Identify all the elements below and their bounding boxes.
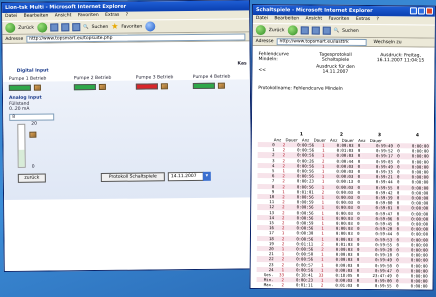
page-content: Kas Digital Input Pumpe 1 Betrieb Pumpe … [2, 41, 252, 271]
back-button[interactable]: zurück [17, 173, 46, 183]
table-cell: 0 [396, 283, 399, 289]
date-select[interactable]: 14.11.2007 [167, 171, 204, 182]
group-header-4: 4 [415, 133, 420, 139]
table-cell: Max. [263, 282, 274, 288]
pump-1-label: Pumpe 1 Betrieb [8, 76, 47, 82]
favorites-button-label[interactable]: Favoriten [121, 24, 142, 29]
close-icon[interactable] [425, 7, 433, 15]
analog-value-field[interactable]: 8 [9, 113, 55, 121]
address-label: Adresse [5, 36, 24, 42]
pump-2-label: Pumpe 2 Betrieb [73, 75, 112, 82]
col1-header: Fehlendcurve Mindeln: [258, 52, 289, 63]
previous-day-link[interactable]: << [258, 68, 266, 73]
table-cell: 0:01:03 [335, 283, 353, 289]
fill-level-bar [18, 149, 25, 167]
menu-favoriten[interactable]: Favoriten [78, 13, 99, 18]
scale-bottom-label: 0 [31, 164, 35, 170]
range-label: 0..20 mA [9, 106, 30, 112]
title-bar: Schaltspiele - Microsoft Internet Explor… [252, 5, 435, 17]
table-cell: 0 [356, 283, 360, 289]
browser-window-protocol: Schaltspiele - Microsoft Internet Explor… [249, 4, 436, 291]
stop-icon[interactable] [49, 23, 59, 32]
pump-3-indicator [135, 83, 158, 90]
maximize-icon[interactable] [417, 7, 425, 15]
minimize-icon[interactable] [409, 7, 417, 15]
back-arrow-icon[interactable] [5, 22, 16, 33]
search-icon[interactable]: 🔍 [333, 28, 339, 33]
chevron-down-icon[interactable]: ▾ [202, 171, 211, 181]
protocol-page: Fehlendcurve Mindeln: Tagesprotokoll Sch… [250, 46, 435, 290]
back-button-label[interactable]: Zurück [269, 28, 285, 33]
scale-top-label: 20 [31, 121, 38, 127]
home-icon[interactable] [71, 23, 81, 32]
col2-header: Tagesprotokoll Schaltspiele [319, 52, 352, 63]
address-input[interactable]: http://www.topsmart.eu/lasttrk [276, 37, 367, 46]
menu-extras[interactable]: Extras [105, 13, 119, 18]
media-icon[interactable] [145, 21, 156, 32]
back-arrow-icon[interactable] [255, 25, 266, 36]
pump-4-indicator [192, 82, 215, 89]
col3-header: Ausdruck: Freitag, 16.11.2007 11:04:15 [376, 53, 425, 64]
protocol-name: Protokollname: Fehlendcurve Mindeln [258, 86, 343, 92]
stop-icon[interactable] [300, 26, 309, 35]
pump-3-label: Pumpe 3 Betrieb [135, 75, 174, 81]
search-icon[interactable]: 🔍 [83, 25, 89, 30]
menu-favoriten[interactable]: Favoriten [329, 17, 350, 22]
digital-input-heading: Digital Input [16, 68, 49, 74]
menu-help[interactable]: ? [126, 13, 128, 18]
gauge-icon [29, 131, 37, 138]
address-label: Adresse [255, 38, 274, 44]
refresh-icon[interactable] [60, 23, 70, 32]
forward-arrow-icon[interactable] [36, 22, 48, 33]
table-cell: 2 [320, 283, 324, 289]
menu-datei[interactable]: Datei [5, 14, 17, 19]
go-button[interactable]: Wechseln zu [373, 40, 401, 45]
favorites-star-icon[interactable]: ★ [111, 22, 118, 31]
menu-datei[interactable]: Datei [256, 16, 268, 21]
menu-ansicht[interactable]: Ansicht [55, 13, 72, 18]
pump-2-indicator [73, 84, 96, 91]
pump-2-icon [98, 83, 106, 90]
search-button-label[interactable]: Suchen [92, 24, 109, 29]
protocol-table: 0 2 0:00:56 1 0:00:03 0 0:59:49 0 0:00:00 1 2 0:00:… [256, 142, 430, 290]
refresh-icon[interactable] [311, 26, 320, 35]
back-button-label[interactable]: Zurück [18, 25, 34, 30]
menu-help[interactable]: ? [376, 17, 378, 22]
table-cell: 2 [281, 282, 284, 288]
window-title: Schaltspiele - Microsoft Internet Explor… [255, 7, 373, 15]
pump-1-icon [33, 84, 41, 91]
menu-extras[interactable]: Extras [356, 17, 370, 22]
protocol-button[interactable]: Protokoll Schaltspiele [100, 172, 165, 182]
table-row: Max. 2 0:01:11 2 0:01:03 0 0:59:55 0 0:00:00 [257, 283, 429, 290]
menu-bar: Datei Bearbeiten Ansicht Favoriten Extra… [252, 15, 435, 25]
table-cell: 0:00:00 [410, 283, 428, 290]
fill-level-gauge [17, 123, 26, 168]
menu-ansicht[interactable]: Ansicht [305, 16, 322, 21]
window-title: Lion-tsk Multi - Microsoft Internet Expl… [5, 3, 127, 11]
pump-1-indicator [8, 84, 31, 91]
pump-3-icon [160, 83, 168, 90]
pump-4-icon [217, 82, 225, 89]
kas-label: Kas [237, 61, 247, 67]
home-icon[interactable] [322, 26, 331, 35]
menu-bearbeiten[interactable]: Bearbeiten [24, 14, 49, 19]
table-cell: 0:01:11 [295, 282, 313, 289]
forward-arrow-icon[interactable] [287, 25, 298, 36]
menu-bearbeiten[interactable]: Bearbeiten [274, 16, 299, 21]
search-button-label[interactable]: Suchen [342, 28, 359, 33]
browser-window-main: Lion-tsk Multi - Microsoft Internet Expl… [1, 0, 253, 272]
table-cell: 0:59:55 [374, 283, 392, 289]
pump-4-label: Pumpe 4 Betrieb [192, 74, 231, 80]
analog-input-heading: Analog Input [8, 95, 42, 101]
print-date: Ausdruck für den 14.11.2007 [316, 64, 355, 75]
